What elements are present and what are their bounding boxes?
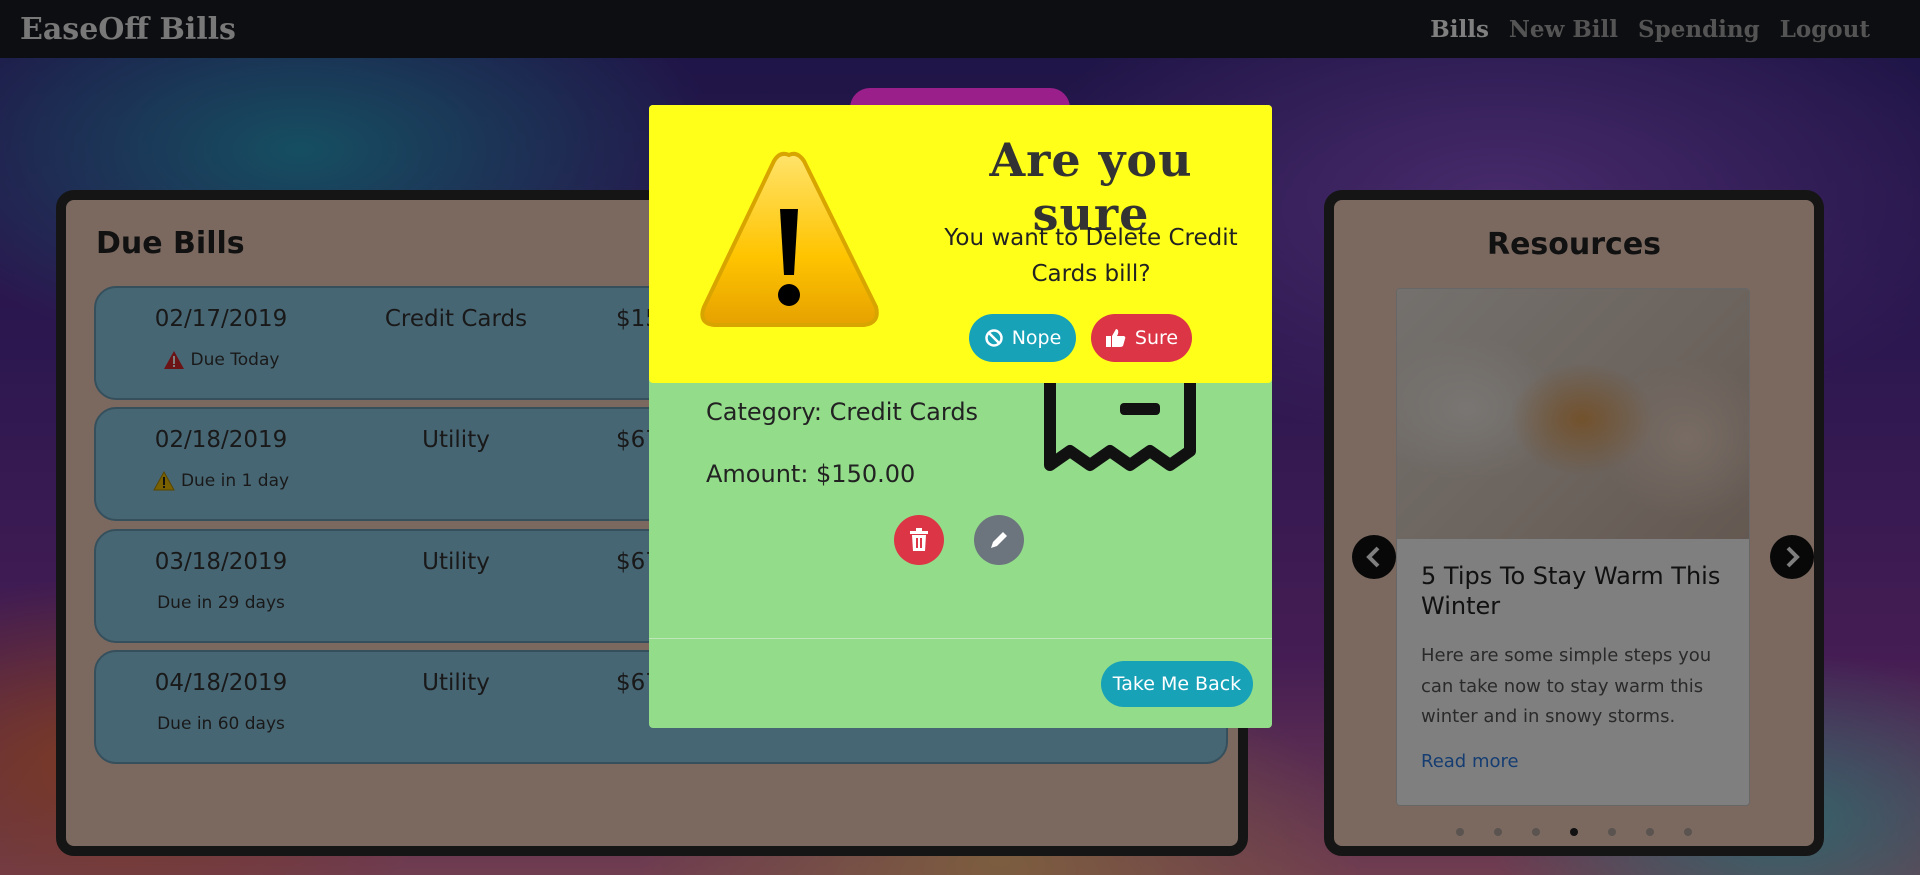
ban-icon	[984, 329, 1003, 347]
detail-category: Category: Credit Cards	[706, 398, 979, 426]
sure-label: Sure	[1134, 327, 1179, 349]
sure-button[interactable]: Sure	[1091, 314, 1192, 362]
thumbs-up-icon	[1105, 329, 1126, 347]
take-me-back-button[interactable]: Take Me Back	[1101, 661, 1253, 707]
detail-amount: Amount: $150.00	[706, 460, 916, 488]
confirm-message: You want to Delete Credit Cards bill?	[944, 225, 1238, 287]
trash-icon	[910, 528, 928, 551]
nope-label: Nope	[1011, 327, 1062, 349]
delete-bill-button[interactable]	[894, 515, 944, 565]
modal-divider	[649, 638, 1272, 639]
warning-triangle-icon	[700, 151, 879, 327]
pencil-icon	[991, 532, 1007, 548]
confirm-delete-dialog: Are you sure You want to Delete Credit C…	[649, 105, 1272, 383]
edit-bill-button[interactable]	[974, 515, 1024, 565]
nope-button[interactable]: Nope	[969, 314, 1076, 362]
